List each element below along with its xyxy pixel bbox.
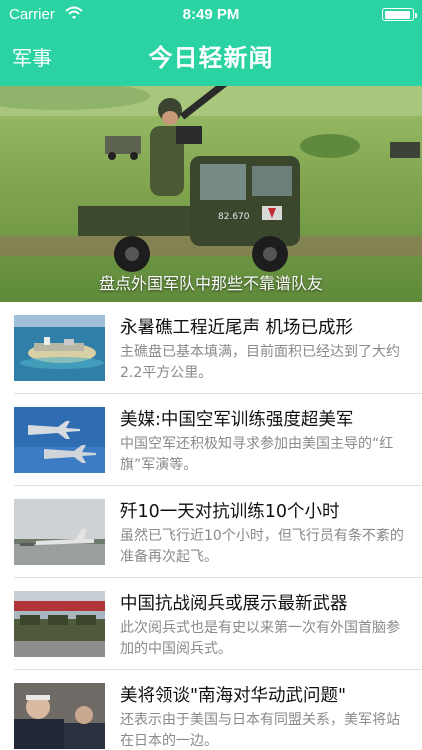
news-title: 美将领谈"南海对华动武问题" [120,686,347,706]
status-bar: Carrier 8:49 PM [0,0,422,30]
parade-photo [14,591,105,657]
news-item[interactable]: 美媒:中国空军训练强度超美军 中国空军还积极知寻求参加由美国主导的“红旗”军演等… [0,394,422,486]
hero-caption: 盘点外国军队中那些不靠谱队友 [98,274,323,293]
news-item[interactable]: 中国抗战阅兵或展示最新武器 此次阅兵式也是有史以来第一次有外国首脑参加的中国阅兵… [0,578,422,670]
news-thumbnail [14,591,105,657]
news-title: 中国抗战阅兵或展示最新武器 [120,594,348,614]
hero-banner[interactable]: 82.670 盘点外国军队中那些不靠谱队友 [0,86,422,302]
page-title: 今日轻新闻 [148,44,274,72]
news-thumbnail [14,315,105,381]
news-item[interactable]: 美将领谈"南海对华动武问题" 还表示由于美国与日本有同盟关系，美军将站在日本的一… [0,670,422,750]
news-summary: 虽然已飞行近10个小时，但飞行员有条不紊的准备再次起飞。 [120,528,404,565]
fighter-jets-photo [14,407,105,473]
svg-text:82.670: 82.670 [218,212,250,222]
news-thumbnail [14,683,105,749]
news-title: 美媒:中国空军训练强度超美军 [120,410,354,430]
news-summary: 主礁盘已基本填满，目前面积已经达到了大约2.2平方公里。 [120,344,400,381]
news-summary: 此次阅兵式也是有史以来第一次有外国首脑参加的中国阅兵式。 [120,620,400,657]
navigation-header: Carrier 8:49 PM 军事 今日轻新闻 [0,0,422,86]
news-item[interactable]: 永暑礁工程近尾声 机场已成形 主礁盘已基本填满，目前面积已经达到了大约2.2平方… [0,302,422,394]
news-list: 永暑礁工程近尾声 机场已成形 主礁盘已基本填满，目前面积已经达到了大约2.2平方… [0,302,422,750]
news-item[interactable]: 歼10一天对抗训练10个小时 虽然已飞行近10个小时，但飞行员有条不紊的准备再次… [0,486,422,578]
news-summary: 还表示由于美国与日本有同盟关系，美军将站在日本的一边。 [120,712,400,749]
news-thumbnail [14,407,105,473]
news-title: 永暑礁工程近尾声 机场已成形 [120,318,354,338]
reef-island-photo [14,315,105,381]
news-title: 歼10一天对抗训练10个小时 [120,502,340,522]
news-summary: 中国空军还积极知寻求参加由美国主导的“红旗”军演等。 [120,436,394,473]
status-time: 8:49 PM [182,6,240,23]
airfield-jet-photo [14,499,105,565]
news-thumbnail [14,499,105,565]
admirals-photo [14,683,105,749]
battery-icon [382,8,417,21]
